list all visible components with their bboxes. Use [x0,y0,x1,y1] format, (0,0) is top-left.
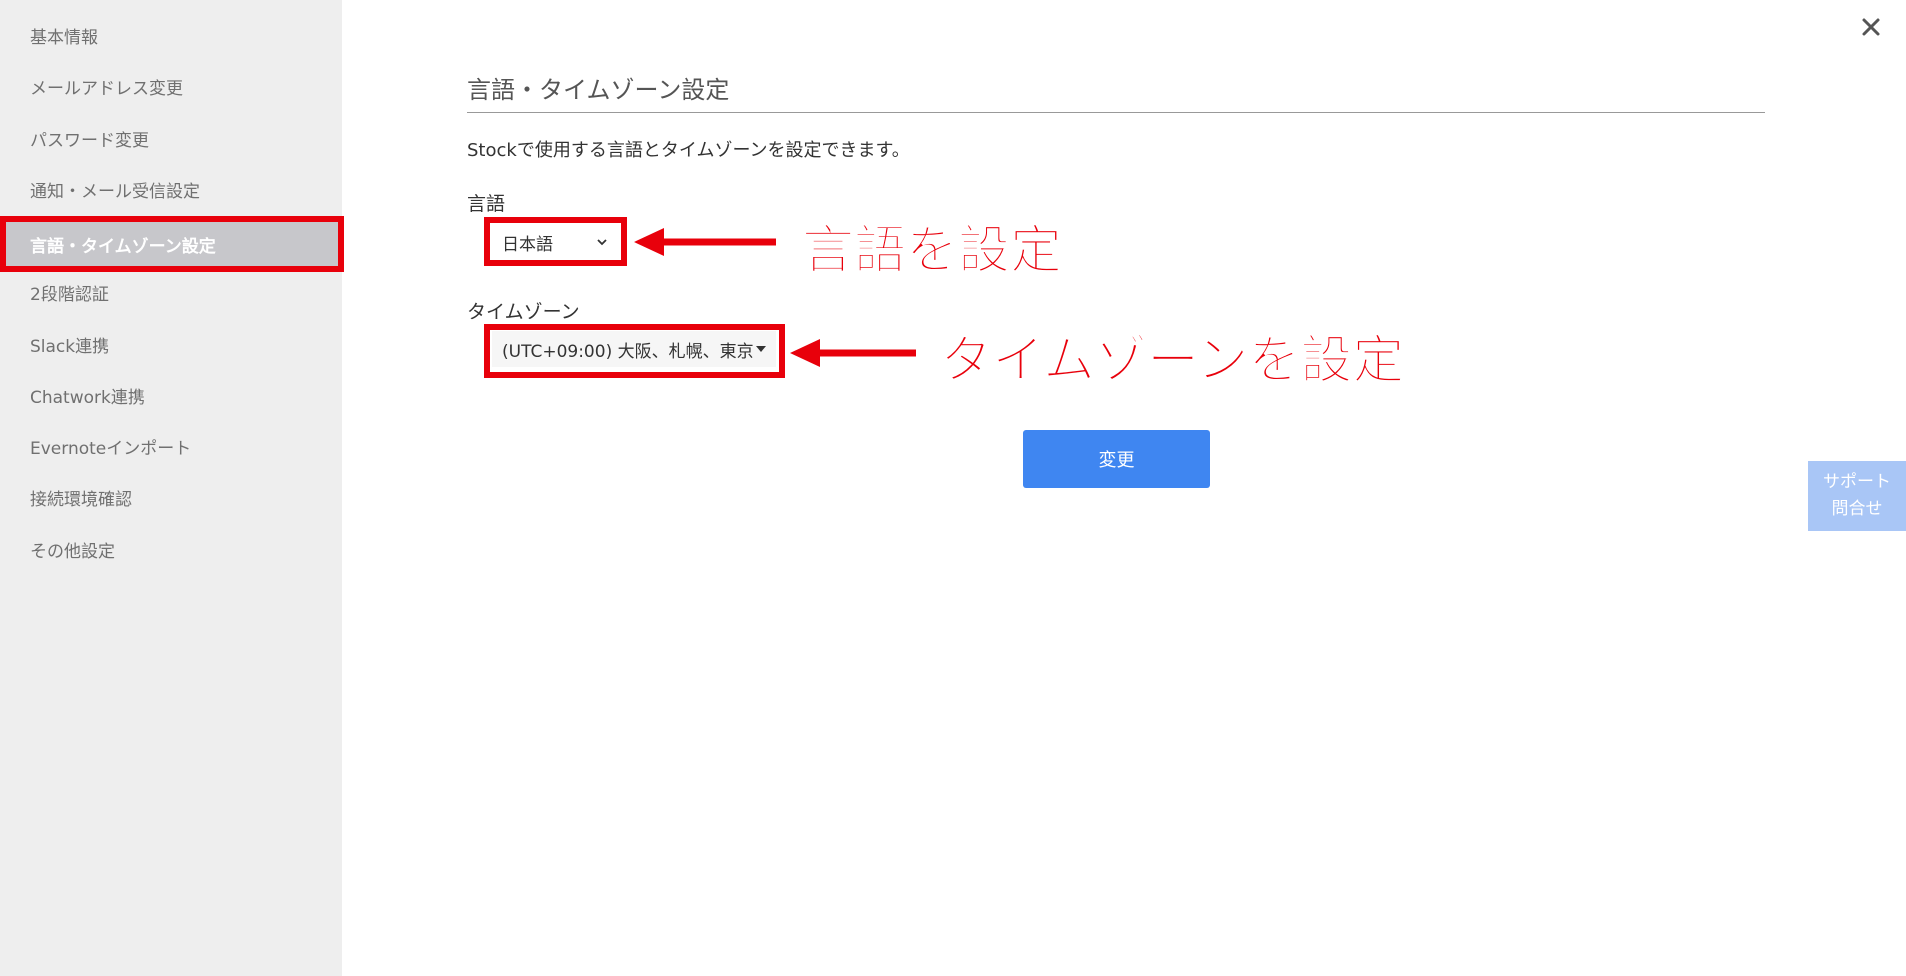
sidebar-item-password-change[interactable]: パスワード変更 [0,112,342,164]
sidebar-item-notifications[interactable]: 通知・メール受信設定 [0,163,342,215]
language-select[interactable]: 日本語 [490,224,620,260]
timezone-annotation: タイムゾーンを設定 [939,331,1405,392]
sidebar-item-chatwork[interactable]: Chatwork連携 [0,369,342,421]
support-tab-line1: サポート [1823,472,1891,492]
sidebar-item-label: Chatwork連携 [30,387,145,408]
timezone-select[interactable]: (UTC+09:00) 大阪、札幌、東京 [492,331,776,367]
caret-down-icon [756,345,766,353]
language-annotation: 言語を設定 [801,221,1063,282]
sidebar-item-email-change[interactable]: メールアドレス変更 [0,60,342,112]
sidebar-item-label: 通知・メール受信設定 [30,181,200,202]
arrow-left-icon [634,228,776,256]
sidebar-item-label: 2段階認証 [30,284,109,305]
arrow-left-icon [790,339,916,367]
timezone-select-value: (UTC+09:00) 大阪、札幌、東京 [502,341,754,362]
sidebar-item-other-settings[interactable]: その他設定 [0,523,342,575]
sidebar-item-evernote-import[interactable]: Evernoteインポート [0,420,342,472]
sidebar-item-slack[interactable]: Slack連携 [0,318,342,370]
sidebar-item-label: パスワード変更 [30,130,149,151]
language-select-value: 日本語 [502,234,553,255]
sidebar-item-language-timezone[interactable]: 言語・タイムゾーン設定 [0,218,342,270]
support-contact-tab[interactable]: サポート 問合せ [1808,461,1906,531]
sidebar-item-label: メールアドレス変更 [30,78,183,99]
settings-modal: 基本情報 メールアドレス変更 パスワード変更 通知・メール受信設定 言語・タイム… [0,0,1906,976]
close-icon [1861,17,1881,37]
sidebar-item-label: Slack連携 [30,336,110,357]
close-button[interactable] [1856,12,1886,42]
sidebar-item-label: Evernoteインポート [30,438,192,459]
sidebar-item-basic-info[interactable]: 基本情報 [0,9,342,61]
chevron-down-icon [596,236,608,248]
sidebar-item-connection-check[interactable]: 接続環境確認 [0,471,342,523]
change-button[interactable]: 変更 [1023,430,1210,488]
sidebar-item-label: 言語・タイムゾーン設定 [30,236,216,257]
timezone-label: タイムゾーン [467,301,580,323]
support-tab-line2: 問合せ [1831,499,1883,519]
page-title: 言語・タイムゾーン設定 [467,76,730,104]
settings-sidebar: 基本情報 メールアドレス変更 パスワード変更 通知・メール受信設定 言語・タイム… [0,0,342,976]
language-label: 言語 [467,193,506,215]
sidebar-item-label: 基本情報 [30,27,98,48]
page-description: Stockで使用する言語とタイムゾーンを設定できます。 [467,140,910,161]
sidebar-item-label: 接続環境確認 [30,489,132,510]
sidebar-item-two-factor[interactable]: 2段階認証 [0,266,342,318]
title-divider [467,112,1765,113]
sidebar-item-label: その他設定 [30,541,115,562]
